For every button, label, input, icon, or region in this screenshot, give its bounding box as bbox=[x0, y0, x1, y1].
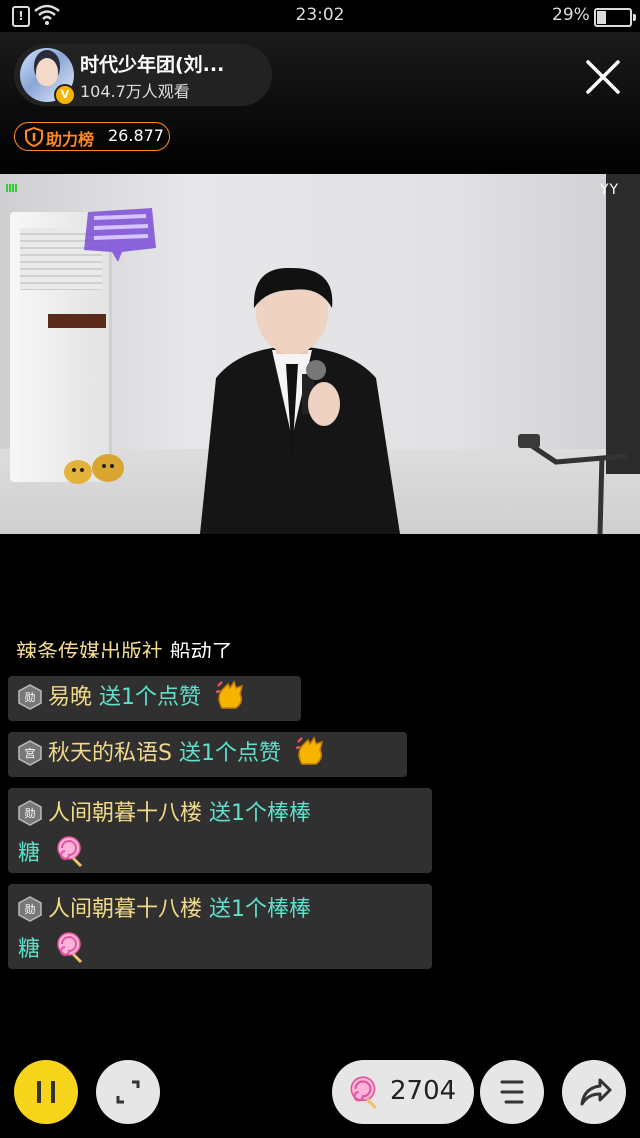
rank-badge-icon: 勋 bbox=[18, 800, 42, 826]
video-mic-stand bbox=[518, 434, 627, 534]
video-plush-toys bbox=[64, 454, 124, 484]
gift-count: 2704 bbox=[390, 1076, 457, 1106]
video-singer bbox=[200, 268, 400, 534]
chat-message-partial: 辣条传媒出版社 船动了 bbox=[16, 636, 233, 658]
chat-gift-action: 送1个棒棒 bbox=[209, 897, 312, 922]
svg-text:宫: 宫 bbox=[25, 746, 36, 760]
partial-message-sender: 辣条传媒出版社 bbox=[16, 640, 163, 658]
pause-icon bbox=[37, 1081, 55, 1103]
chat-gift-action: 送1个棒棒 bbox=[209, 801, 312, 826]
chat-message: 勋 人间朝暮十八楼 送1个棒棒 糖 bbox=[8, 884, 432, 969]
share-icon bbox=[580, 1078, 612, 1106]
rank-badge-icon: 勋 bbox=[18, 684, 42, 710]
clap-hand-icon bbox=[295, 736, 324, 765]
chat-sender[interactable]: 人间朝暮十八楼 bbox=[48, 897, 202, 922]
support-rank-label: 助力榜 bbox=[46, 130, 95, 149]
video-ac-panel bbox=[48, 314, 106, 328]
show-logo bbox=[84, 208, 156, 262]
battery-percent: 29% bbox=[552, 5, 590, 25]
chat-message: 勋 易晚 送1个点赞 bbox=[8, 676, 301, 721]
menu-icon bbox=[500, 1080, 524, 1104]
viewer-count: 104.7万人观看 bbox=[80, 82, 190, 101]
rank-badge-icon: 宫 bbox=[18, 740, 42, 766]
status-bar: ! 23:02 29% bbox=[0, 0, 640, 32]
chat-gift-action-cont: 糖 bbox=[18, 937, 41, 962]
svg-text:勋: 勋 bbox=[25, 902, 36, 916]
clock: 23:02 bbox=[295, 5, 345, 25]
support-rank-value: 26.877 bbox=[108, 126, 164, 145]
close-icon[interactable] bbox=[580, 54, 626, 100]
signal-indicator-icon bbox=[6, 184, 18, 192]
chat-gift-action-cont: 糖 bbox=[18, 841, 41, 866]
shield-icon bbox=[25, 127, 43, 147]
verified-badge-icon: V bbox=[54, 84, 76, 106]
chat-sender[interactable]: 人间朝暮十八楼 bbox=[48, 801, 202, 826]
menu-button[interactable] bbox=[480, 1060, 544, 1124]
live-video[interactable]: YY bbox=[0, 174, 640, 534]
fullscreen-icon bbox=[116, 1080, 140, 1104]
lollipop-icon bbox=[57, 836, 83, 868]
partial-message-text: 船动了 bbox=[169, 640, 233, 658]
chat-sender[interactable]: 易晚 bbox=[48, 685, 92, 710]
chat-message: 勋 人间朝暮十八楼 送1个棒棒 糖 bbox=[8, 788, 432, 873]
lollipop-icon bbox=[350, 1076, 377, 1110]
clap-hand-icon bbox=[215, 680, 244, 709]
platform-watermark: YY bbox=[600, 182, 620, 198]
chat-gift-action: 送1个点赞 bbox=[178, 741, 281, 766]
rank-badge-icon: 勋 bbox=[18, 896, 42, 922]
svg-text:勋: 勋 bbox=[25, 806, 36, 820]
pause-button[interactable] bbox=[14, 1060, 78, 1124]
chat-sender[interactable]: 秋天的私语S bbox=[48, 741, 172, 766]
battery-icon bbox=[594, 8, 636, 27]
chat-message: 宫 秋天的私语S 送1个点赞 bbox=[8, 732, 407, 777]
chat-gift-action: 送1个点赞 bbox=[99, 685, 202, 710]
video-door bbox=[606, 174, 640, 474]
lollipop-icon bbox=[57, 932, 83, 964]
host-name[interactable]: 时代少年团(刘... bbox=[80, 50, 224, 77]
share-button[interactable] bbox=[562, 1060, 626, 1124]
fullscreen-button[interactable] bbox=[96, 1060, 160, 1124]
svg-text:勋: 勋 bbox=[25, 690, 36, 704]
